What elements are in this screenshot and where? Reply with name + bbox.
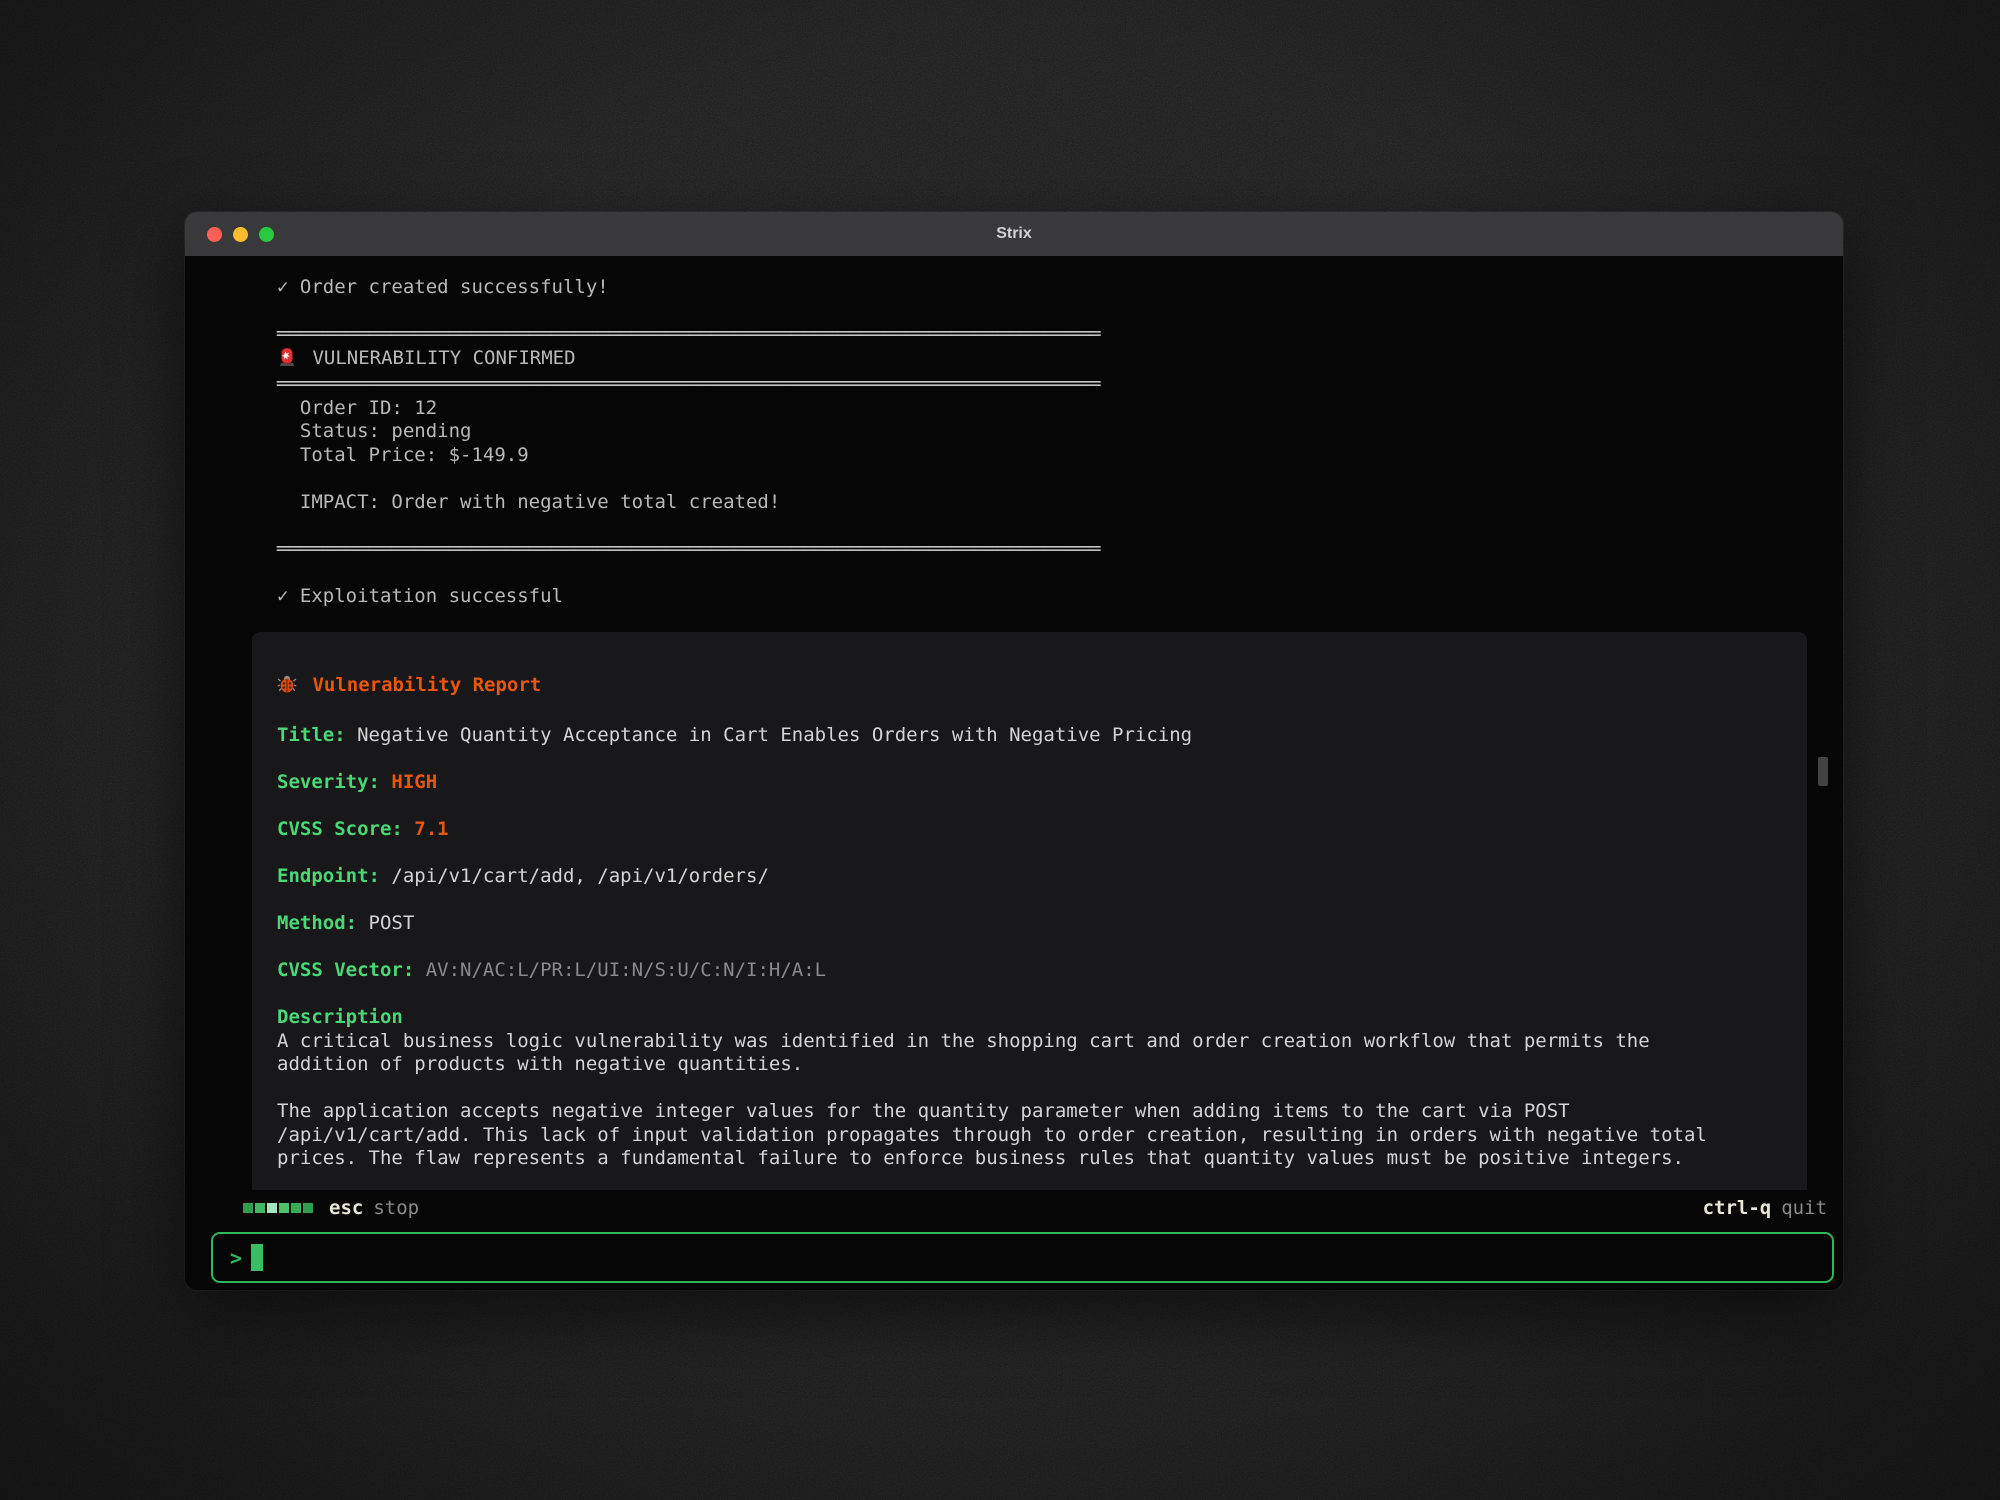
text-line: Vulnerability Report — [277, 674, 1781, 701]
text-line: CVSS Score: 7.1 — [277, 818, 1781, 842]
text-line: Endpoint: /api/v1/cart/add, /api/v1/orde… — [277, 865, 1781, 889]
text-line: Description — [277, 1006, 1781, 1030]
text-line: A critical business logic vulnerability … — [277, 1030, 1781, 1054]
vulnerability-report-panel: Vulnerability Report Title: Negative Qua… — [252, 632, 1807, 1190]
text-line — [277, 936, 1781, 960]
siren-icon — [277, 347, 301, 374]
text-line — [277, 795, 1781, 819]
text-line: VULNERABILITY CONFIRMED — [277, 347, 1843, 374]
text-line — [277, 514, 1843, 538]
bug-icon — [277, 674, 301, 701]
window-titlebar[interactable]: Strix — [185, 212, 1843, 256]
report-lines: Vulnerability Report Title: Negative Qua… — [277, 674, 1781, 1171]
text-line: ════════════════════════════════════════… — [277, 538, 1843, 562]
text-line: prices. The flaw represents a fundamenta… — [277, 1147, 1781, 1171]
text-line: addition of products with negative quant… — [277, 1053, 1781, 1077]
text-cursor — [251, 1244, 263, 1271]
text-line: ✓ Order created successfully! — [277, 276, 1843, 300]
text-line — [277, 561, 1843, 585]
text-line: Status: pending — [277, 420, 1843, 444]
text-line — [277, 1077, 1781, 1101]
text-line — [277, 889, 1781, 913]
text-line: Order ID: 12 — [277, 397, 1843, 421]
text-line: ════════════════════════════════════════… — [277, 373, 1843, 397]
spinner-dot — [291, 1203, 301, 1213]
esc-key-label[interactable]: stop — [373, 1197, 419, 1219]
text-line — [277, 748, 1781, 772]
text-line: Severity: HIGH — [277, 771, 1781, 795]
text-line — [277, 701, 1781, 725]
text-line: IMPACT: Order with negative total create… — [277, 491, 1843, 515]
quit-key-label[interactable]: quit — [1781, 1197, 1827, 1219]
text-line: ════════════════════════════════════════… — [277, 323, 1843, 347]
terminal-output[interactable]: ✓ Order created successfully! ══════════… — [185, 256, 1843, 1190]
command-input[interactable]: > — [211, 1232, 1834, 1283]
scrollbar-thumb[interactable] — [1818, 757, 1828, 786]
spinner-dot — [303, 1203, 313, 1213]
spinner-dot — [243, 1203, 253, 1213]
text-line: Total Price: $-149.9 — [277, 444, 1843, 468]
text-line: Title: Negative Quantity Acceptance in C… — [277, 724, 1781, 748]
terminal-lines: ✓ Order created successfully! ══════════… — [277, 276, 1843, 608]
spinner-dot — [279, 1203, 289, 1213]
footer-statusbar: esc stop ctrl-q quit — [185, 1190, 1843, 1226]
text-line: Method: POST — [277, 912, 1781, 936]
text-line — [277, 300, 1843, 324]
spinner — [243, 1203, 313, 1213]
text-line — [277, 467, 1843, 491]
spinner-dot — [267, 1203, 277, 1213]
esc-key-hint[interactable]: esc — [329, 1197, 363, 1219]
text-line: /api/v1/cart/add. This lack of input val… — [277, 1124, 1781, 1148]
text-line: The application accepts negative integer… — [277, 1100, 1781, 1124]
text-line — [277, 983, 1781, 1007]
input-prompt: > — [230, 1246, 242, 1270]
quit-key-hint[interactable]: ctrl-q — [1703, 1197, 1772, 1219]
text-line: ✓ Exploitation successful — [277, 585, 1843, 609]
text-line: CVSS Vector: AV:N/AC:L/PR:L/UI:N/S:U/C:N… — [277, 959, 1781, 983]
text-line — [277, 842, 1781, 866]
strix-window: Strix ✓ Order created successfully! ════… — [185, 212, 1843, 1290]
window-title: Strix — [185, 225, 1843, 243]
spinner-dot — [255, 1203, 265, 1213]
